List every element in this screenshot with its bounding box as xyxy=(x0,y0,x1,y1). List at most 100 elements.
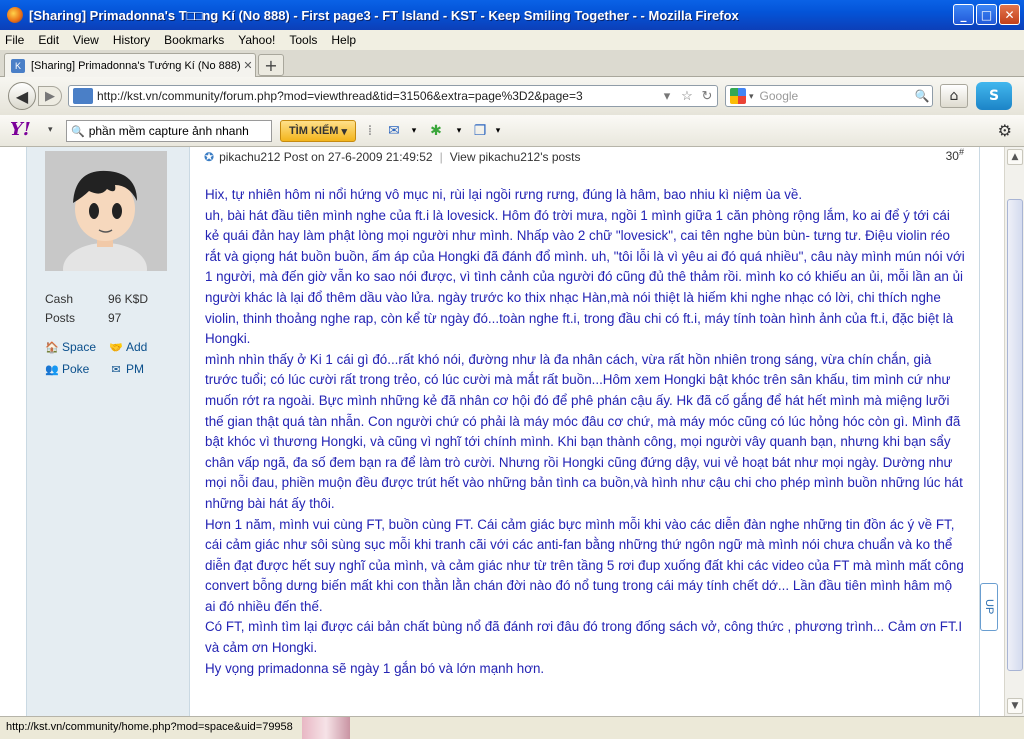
yahoo-logo-icon[interactable]: Y! xyxy=(10,119,31,140)
poke-link[interactable]: 👥 Poke xyxy=(45,362,109,376)
stat-value: 96 K$D xyxy=(108,292,149,306)
floor-number: 30 xyxy=(945,149,959,163)
menu-view[interactable]: View xyxy=(73,33,99,47)
view-author-posts-link[interactable]: View pikachu212's posts xyxy=(450,150,581,164)
mail-dropdown-icon[interactable]: ▾ xyxy=(404,122,424,140)
engine-dropdown-icon[interactable]: ▾ xyxy=(749,91,754,102)
people-icon: 👥 xyxy=(45,363,59,376)
forward-button[interactable]: ▶ xyxy=(38,86,62,106)
hover-image-thumbnail xyxy=(302,717,350,739)
post-header: ✪ pikachu212 Post on 27-6-2009 21:49:52 … xyxy=(204,147,964,165)
menu-bookmarks[interactable]: Bookmarks xyxy=(164,33,224,47)
mail-icon[interactable]: ✉ xyxy=(384,122,404,140)
yahoo-search-input[interactable]: 🔍 phần mềm capture ảnh nhanh xyxy=(66,120,272,142)
minimize-button[interactable]: _ xyxy=(953,4,974,25)
pm-link-label: PM xyxy=(126,362,144,376)
profile-links: 🏠 Space 🤝 Add 👥 Poke ✉ PM xyxy=(45,336,173,380)
tab-active[interactable]: K [Sharing] Primadonna's Tướng Kí (No 88… xyxy=(4,53,256,77)
menu-help[interactable]: Help xyxy=(331,33,356,47)
search-bar[interactable]: ▾ Google 🔍 xyxy=(725,85,933,107)
close-button[interactable]: ✕ xyxy=(999,4,1020,25)
separator-icon: ⁞ xyxy=(367,123,373,139)
gear-icon[interactable]: ⚙ xyxy=(998,121,1012,140)
widget-icon[interactable]: ✱ xyxy=(426,122,446,140)
window-title: [Sharing] Primadonna's T□□ng Kí (No 888)… xyxy=(29,7,739,23)
scroll-up-icon[interactable]: ▲ xyxy=(1007,149,1023,165)
yahoo-search-button[interactable]: TÌM KIẾM ▾ xyxy=(280,120,356,142)
pm-link[interactable]: ✉ PM xyxy=(109,362,173,376)
reload-icon[interactable]: ↻ xyxy=(697,88,717,104)
pages-icon[interactable]: ❐ xyxy=(470,122,490,140)
menu-bar: File Edit View History Bookmarks Yahoo! … xyxy=(0,30,1024,50)
poke-link-label: Poke xyxy=(62,362,90,376)
home-button[interactable]: ⌂ xyxy=(940,84,968,108)
tab-close-icon[interactable]: ✕ xyxy=(241,59,255,72)
space-link[interactable]: 🏠 Space xyxy=(45,340,109,354)
scroll-to-top-button[interactable]: UP xyxy=(980,583,998,631)
back-button[interactable]: ◀ xyxy=(8,82,36,110)
author-profile: Cash 96 K$D Posts 97 🏠 Space 🤝 Add 👥 Pok… xyxy=(26,147,190,716)
post-paragraph: mình nhìn thấy ở Ki 1 cái gì đó...rất kh… xyxy=(205,351,963,511)
profile-stats: Cash 96 K$D Posts 97 xyxy=(45,292,148,330)
yahoo-toolbar: Y! ▾ 🔍 phần mềm capture ảnh nhanh TÌM KI… xyxy=(0,115,1024,147)
firefox-icon xyxy=(7,7,23,23)
site-favicon-icon: K xyxy=(11,58,25,73)
title-bar: [Sharing] Primadonna's T□□ng Kí (No 888)… xyxy=(0,0,1024,30)
forum-post: ✪ pikachu212 Post on 27-6-2009 21:49:52 … xyxy=(190,147,980,716)
yahoo-menu-dropdown-icon[interactable]: ▾ xyxy=(48,125,53,135)
avatar[interactable] xyxy=(45,151,167,271)
widget-dropdown-icon[interactable]: ▾ xyxy=(449,122,469,140)
post-paragraph: uh, bài hát đầu tiên mình nghe của ft.i … xyxy=(205,207,965,347)
post-author[interactable]: pikachu212 xyxy=(219,150,280,164)
tab-label: [Sharing] Primadonna's Tướng Kí (No 888)… xyxy=(31,59,241,72)
bookmark-star-icon[interactable]: ☆ xyxy=(677,88,697,104)
address-bar[interactable]: http://kst.vn/community/forum.php?mod=vi… xyxy=(68,85,718,107)
scroll-down-icon[interactable]: ▼ xyxy=(1007,698,1023,714)
tab-bar: K [Sharing] Primadonna's Tướng Kí (No 88… xyxy=(0,50,1024,77)
post-body: Hix, tự nhiên hôm ni nổi hứng vô mục ni,… xyxy=(205,185,965,679)
url-text[interactable]: http://kst.vn/community/forum.php?mod=vi… xyxy=(97,89,657,103)
add-link-label: Add xyxy=(126,340,148,354)
menu-yahoo[interactable]: Yahoo! xyxy=(238,33,275,47)
mail-icon: ✉ xyxy=(111,363,121,376)
stat-value: 97 xyxy=(108,311,122,325)
handshake-icon: 🤝 xyxy=(109,341,123,354)
new-tab-button[interactable]: + xyxy=(258,54,284,76)
house-icon: 🏠 xyxy=(45,341,59,354)
skype-icon[interactable]: S xyxy=(976,82,1012,110)
separator: | xyxy=(439,150,443,164)
search-icon[interactable]: 🔍 xyxy=(912,89,932,103)
status-bar: http://kst.vn/community/home.php?mod=spa… xyxy=(0,716,1024,739)
menu-tools[interactable]: Tools xyxy=(289,33,317,47)
post-floor-number[interactable]: 30# xyxy=(946,147,964,163)
menu-edit[interactable]: Edit xyxy=(38,33,59,47)
post-paragraph: Hơn 1 năm, mình vui cùng FT, buồn cùng F… xyxy=(205,516,964,614)
post-date: Post on 27-6-2009 21:49:52 xyxy=(283,150,433,164)
google-icon[interactable] xyxy=(730,88,746,104)
post-paragraph: Có FT, mình tìm lại được cái bản chất bù… xyxy=(205,619,963,656)
dropdown-arrow-icon[interactable]: ▾ xyxy=(657,88,677,104)
menu-file[interactable]: File xyxy=(5,33,24,47)
floor-suffix: # xyxy=(958,147,964,157)
post-paragraph: Hy vọng primadonna sẽ ngày 1 gắn bó và l… xyxy=(205,660,545,676)
stat-posts: Posts 97 xyxy=(45,311,148,330)
page-content: Cash 96 K$D Posts 97 🏠 Space 🤝 Add 👥 Pok… xyxy=(0,147,1004,716)
window-controls: _ □ ✕ xyxy=(953,4,1020,25)
online-status-icon: ✪ xyxy=(204,150,215,164)
space-link-label: Space xyxy=(62,340,97,354)
stat-label: Cash xyxy=(45,292,74,306)
maximize-button[interactable]: □ xyxy=(976,4,997,25)
yahoo-search-value[interactable]: phần mềm capture ảnh nhanh xyxy=(89,124,249,138)
navigation-toolbar: ◀ ▶ http://kst.vn/community/forum.php?mo… xyxy=(0,77,1024,115)
site-identity-icon xyxy=(73,88,93,104)
add-friend-link[interactable]: 🤝 Add xyxy=(109,340,173,354)
pages-dropdown-icon[interactable]: ▾ xyxy=(488,122,508,140)
yahoo-search-button-label: TÌM KIẾM xyxy=(288,125,339,137)
search-icon: 🔍 xyxy=(71,125,85,138)
menu-history[interactable]: History xyxy=(113,33,150,47)
scrollbar-thumb[interactable] xyxy=(1007,199,1023,671)
status-link-text: http://kst.vn/community/home.php?mod=spa… xyxy=(6,721,293,733)
vertical-scrollbar[interactable]: ▲ ▼ xyxy=(1004,147,1024,716)
stat-cash: Cash 96 K$D xyxy=(45,292,148,311)
search-input[interactable]: Google xyxy=(760,89,912,103)
